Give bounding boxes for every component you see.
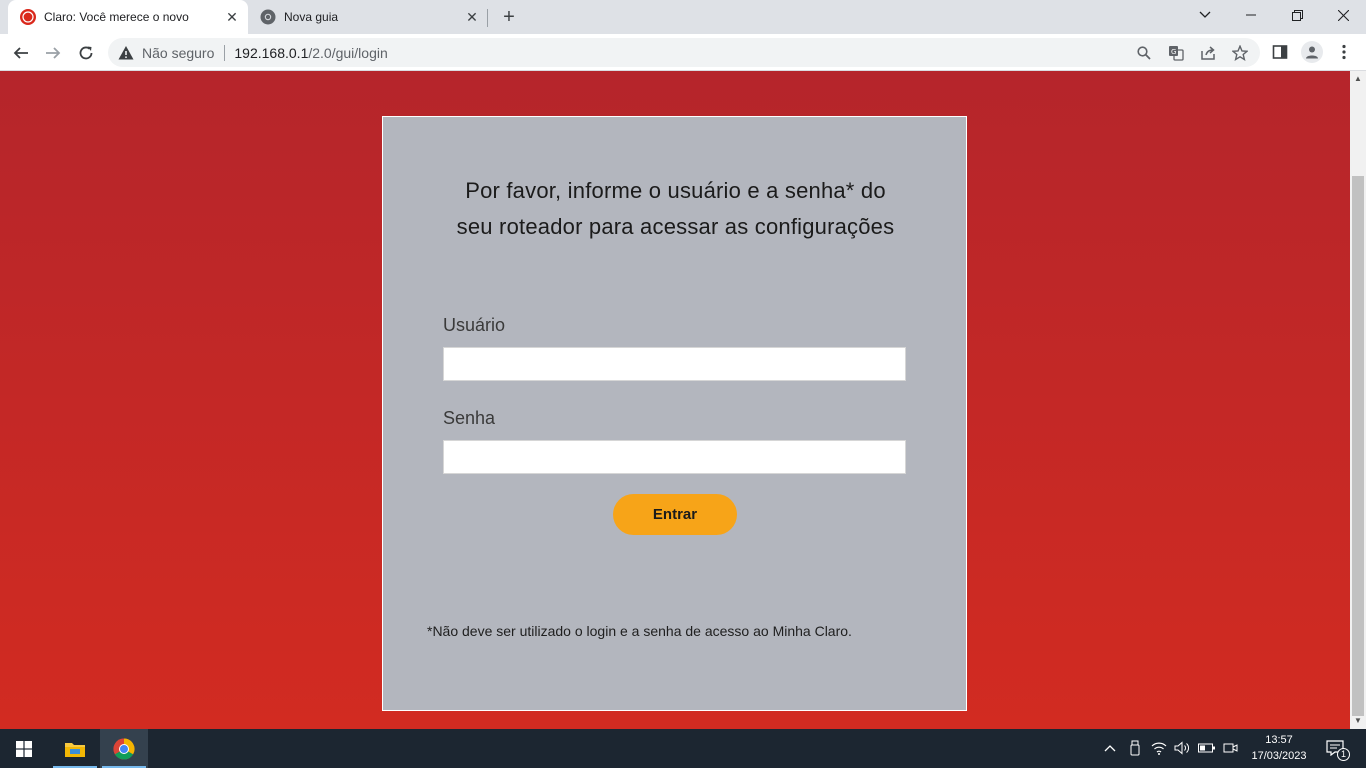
svg-text:G: G: [1171, 48, 1176, 56]
login-footnote: *Não deve ser utilizado o login e a senh…: [427, 623, 852, 639]
windows-taskbar: 13:57 17/03/2023 1: [0, 729, 1366, 768]
notification-count-badge: 1: [1337, 748, 1350, 761]
reload-button[interactable]: [73, 40, 99, 66]
tab-search-button[interactable]: [1182, 0, 1228, 30]
close-icon: [1337, 9, 1349, 21]
url-host: 192.168.0.1: [234, 44, 309, 61]
scroll-down-arrow-icon[interactable]: ▼: [1350, 713, 1366, 729]
minimize-icon: [1246, 14, 1256, 16]
address-bar[interactable]: Não seguro 192.168.0.1/2.0/gui/login G: [108, 38, 1260, 67]
folder-icon: [65, 742, 85, 757]
security-status-label[interactable]: Não seguro: [142, 45, 214, 61]
tab-title: Claro: Você merece o novo: [44, 10, 189, 24]
login-heading-line-2: seu roteador para acessar as configuraçõ…: [456, 214, 895, 239]
reload-icon: [79, 46, 93, 60]
volume-icon[interactable]: [1173, 739, 1191, 757]
search-icon[interactable]: [1135, 44, 1153, 62]
warning-icon[interactable]: [118, 45, 134, 61]
tab-claro[interactable]: Claro: Você merece o novo ✕: [8, 0, 248, 34]
meet-now-icon[interactable]: [1222, 739, 1240, 757]
close-tab-icon[interactable]: ✕: [464, 9, 480, 25]
password-label: Senha: [443, 408, 496, 428]
browser-toolbar: Não seguro 192.168.0.1/2.0/gui/login G: [0, 34, 1366, 71]
login-heading-line-1: Por favor, informe o usuário e a senha* …: [465, 178, 886, 203]
tab-title: Nova guia: [284, 10, 339, 24]
chevron-up-icon[interactable]: [1101, 739, 1119, 757]
tab-strip: Claro: Você merece o novo ✕ Nova guia ✕ …: [0, 0, 1366, 34]
login-card: Por favor, informe o usuário e a senha* …: [382, 116, 967, 711]
side-panel-icon[interactable]: [1270, 42, 1290, 62]
restore-button[interactable]: [1274, 0, 1320, 30]
windows-logo-icon: [16, 740, 32, 757]
clock-date: 17/03/2023: [1251, 750, 1307, 762]
chrome-icon: [113, 738, 135, 760]
usb-device-icon[interactable]: [1126, 739, 1144, 757]
start-button[interactable]: [0, 729, 48, 768]
taskbar-file-explorer[interactable]: [51, 729, 99, 768]
claro-logo-icon: [20, 9, 36, 25]
close-window-button[interactable]: [1320, 0, 1366, 30]
battery-icon[interactable]: [1198, 739, 1216, 757]
restore-icon: [1291, 9, 1303, 21]
chevron-down-icon: [1199, 11, 1211, 18]
username-label: Usuário: [443, 315, 506, 335]
url-path: /2.0/gui/login: [308, 44, 388, 61]
person-icon: [1306, 46, 1318, 59]
username-input[interactable]: [443, 347, 906, 381]
password-input[interactable]: [443, 440, 906, 474]
profile-avatar[interactable]: [1301, 41, 1323, 63]
back-button[interactable]: [8, 40, 34, 66]
new-tab-button[interactable]: +: [498, 6, 520, 28]
arrow-left-icon: [13, 47, 28, 59]
address-divider: [224, 44, 226, 61]
tab-new-tab[interactable]: Nova guia ✕: [248, 0, 488, 34]
close-tab-icon[interactable]: ✕: [224, 9, 240, 25]
taskbar-chrome[interactable]: [100, 729, 148, 768]
taskbar-clock[interactable]: 13:57 17/03/2023: [1244, 732, 1314, 764]
page-scrollbar[interactable]: ▲ ▼: [1350, 71, 1366, 729]
bookmark-star-icon[interactable]: [1231, 44, 1249, 62]
translate-icon[interactable]: G: [1167, 44, 1185, 62]
minimize-button[interactable]: [1228, 0, 1274, 30]
share-icon[interactable]: [1199, 44, 1217, 62]
menu-kebab-icon[interactable]: [1334, 42, 1354, 62]
login-button[interactable]: Entrar: [613, 494, 737, 535]
url-text[interactable]: 192.168.0.1/2.0/gui/login: [234, 45, 387, 61]
arrow-right-icon: [46, 47, 61, 59]
clock-time: 13:57: [1265, 734, 1293, 746]
tab-divider: [487, 9, 488, 27]
chrome-icon: [260, 9, 276, 25]
notification-center-button[interactable]: 1: [1324, 739, 1350, 761]
scrollbar-thumb[interactable]: [1352, 176, 1364, 716]
wifi-icon[interactable]: [1150, 739, 1168, 757]
scroll-up-arrow-icon[interactable]: ▲: [1350, 71, 1366, 87]
page-background: Por favor, informe o usuário e a senha* …: [0, 71, 1350, 729]
login-heading: Por favor, informe o usuário e a senha* …: [423, 173, 928, 245]
forward-button[interactable]: [40, 40, 66, 66]
